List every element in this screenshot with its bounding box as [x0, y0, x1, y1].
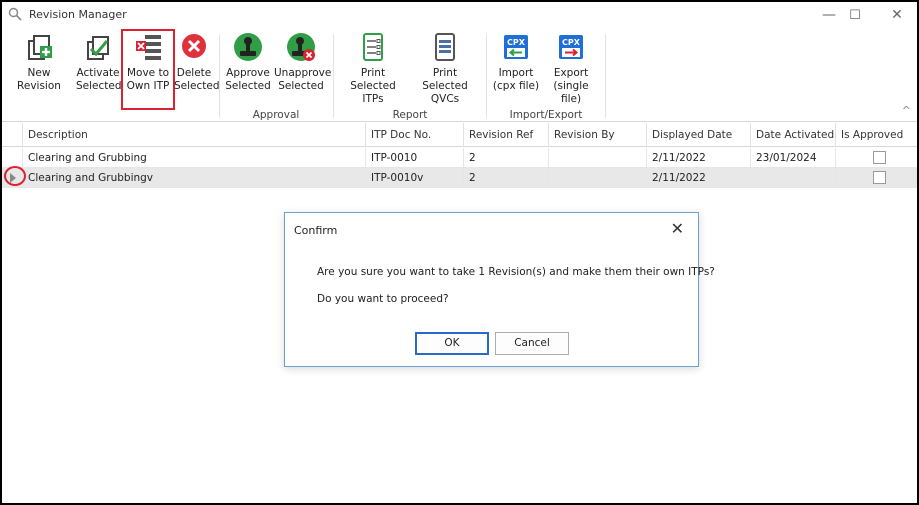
approve-label-1: Approve: [226, 67, 270, 79]
print-qvcs-label-2: Selected QVCs: [422, 80, 468, 105]
window-title: Revision Manager: [29, 8, 127, 21]
group-label-report: Report: [392, 109, 428, 121]
delete-selected-button[interactable]: Delete Selected: [174, 32, 220, 93]
is-approved-checkbox[interactable]: [873, 151, 886, 164]
export-label-2: (single file): [553, 80, 589, 105]
cell-description: Clearing and Grubbing: [22, 148, 365, 168]
activate-selected-button[interactable]: Activate Selected: [76, 32, 122, 93]
export-single-file-button[interactable]: CPX Export (single file): [542, 32, 600, 106]
delete-label-2: Selected: [174, 80, 220, 92]
ok-button[interactable]: OK: [415, 332, 489, 355]
new-revision-label: New Revision: [17, 67, 61, 92]
approve-stamp-icon: [234, 33, 262, 61]
dialog-title: Confirm: [294, 224, 338, 237]
import-cpx-button[interactable]: CPX Import (cpx file): [492, 32, 540, 93]
collapse-ribbon-icon[interactable]: ^: [902, 104, 911, 117]
cell-is-approved: [835, 168, 917, 188]
export-label-1: Export: [553, 67, 589, 79]
ribbon-separator: [219, 34, 220, 118]
import-label-1: Import: [498, 67, 534, 79]
group-label-import-export: Import/Export: [509, 109, 583, 121]
cell-date-activated: [750, 168, 835, 188]
grid-header: Description ITP Doc No. Revision Ref Rev…: [2, 123, 917, 147]
cell-description: Clearing and Grubbingv: [22, 168, 365, 188]
unapprove-stamp-icon: [287, 33, 315, 61]
cell-revision-ref: 2: [463, 148, 548, 168]
cell-itp-doc-no: ITP-0010v: [365, 168, 463, 188]
cell-displayed-date: 2/11/2022: [646, 148, 750, 168]
group-label-approval: Approval: [252, 109, 300, 121]
print-qvc-icon: [435, 33, 455, 61]
dialog-prompt: Do you want to proceed?: [317, 293, 449, 305]
cancel-button[interactable]: Cancel: [495, 332, 569, 355]
unapprove-label-2: Selected: [278, 80, 324, 92]
revision-manager-window: Revision Manager — ☐ ✕ New Revision Acti…: [0, 0, 919, 505]
import-label-2: (cpx file): [492, 80, 540, 92]
approve-selected-button[interactable]: Approve Selected: [224, 32, 272, 93]
activate-icon: [87, 36, 109, 60]
cell-displayed-date: 2/11/2022: [646, 168, 750, 188]
print-selected-itps-button[interactable]: Print Selected ITPs: [339, 32, 407, 106]
cell-revision-by: [548, 168, 646, 188]
column-header-revision-by[interactable]: Revision By: [548, 123, 646, 147]
unapprove-selected-button[interactable]: Unapprove Selected: [274, 32, 332, 93]
cell-itp-doc-no: ITP-0010: [365, 148, 463, 168]
approve-label-2: Selected: [225, 80, 271, 92]
table-row[interactable]: Clearing and Grubbing ITP-0010 2 2/11/20…: [2, 148, 917, 168]
magnifier-icon: [8, 7, 22, 21]
table-row[interactable]: Clearing and Grubbingv ITP-0010v 2 2/11/…: [2, 168, 917, 188]
row-highlight-circle: [4, 166, 26, 186]
cell-revision-by: [548, 148, 646, 168]
activate-label-2: Selected: [76, 80, 122, 92]
delete-label-1: Delete: [176, 67, 212, 79]
is-approved-checkbox[interactable]: [873, 171, 886, 184]
print-itps-label-2: Selected ITPs: [350, 80, 396, 105]
column-header-revision-ref[interactable]: Revision Ref: [463, 123, 548, 147]
cell-is-approved: [835, 148, 917, 168]
ribbon-separator: [605, 34, 606, 118]
close-button[interactable]: ✕: [882, 4, 912, 26]
cell-date-activated: 23/01/2024: [750, 148, 835, 168]
dialog-close-icon[interactable]: ✕: [671, 219, 684, 238]
highlight-box: [121, 29, 175, 110]
unapprove-label-1: Unapprove: [274, 67, 332, 79]
new-revision-button[interactable]: New Revision: [6, 32, 72, 93]
print-itps-label-1: Print: [360, 67, 386, 79]
print-qvcs-label-1: Print: [432, 67, 458, 79]
ribbon-separator: [333, 34, 334, 118]
print-itp-icon: [363, 33, 383, 61]
column-header-displayed-date[interactable]: Displayed Date: [646, 123, 750, 147]
import-cpx-text: CPX: [507, 38, 526, 47]
new-revision-icon: [28, 35, 52, 60]
title-bar: Revision Manager — ☐ ✕: [2, 2, 917, 28]
cell-revision-ref: 2: [463, 168, 548, 188]
column-header-description[interactable]: Description: [22, 123, 365, 147]
column-header-is-approved[interactable]: Is Approved: [835, 123, 917, 147]
import-icon: CPX: [504, 35, 528, 59]
column-header-itp-doc-no[interactable]: ITP Doc No.: [365, 123, 463, 147]
activate-label-1: Activate: [76, 67, 120, 79]
ribbon-separator: [486, 34, 487, 118]
export-cpx-text: CPX: [562, 38, 581, 47]
export-icon: CPX: [559, 35, 583, 59]
print-selected-qvcs-button[interactable]: Print Selected QVCs: [409, 32, 481, 106]
column-header-date-activated[interactable]: Date Activated: [750, 123, 835, 147]
confirm-dialog: Confirm ✕ Are you sure you want to take …: [284, 212, 715, 367]
delete-icon: [182, 34, 206, 58]
ribbon: New Revision Activate Selected Move to O…: [2, 28, 917, 122]
dialog-message: Are you sure you want to take 1 Revision…: [317, 266, 715, 278]
maximize-button[interactable]: ☐: [840, 4, 870, 26]
